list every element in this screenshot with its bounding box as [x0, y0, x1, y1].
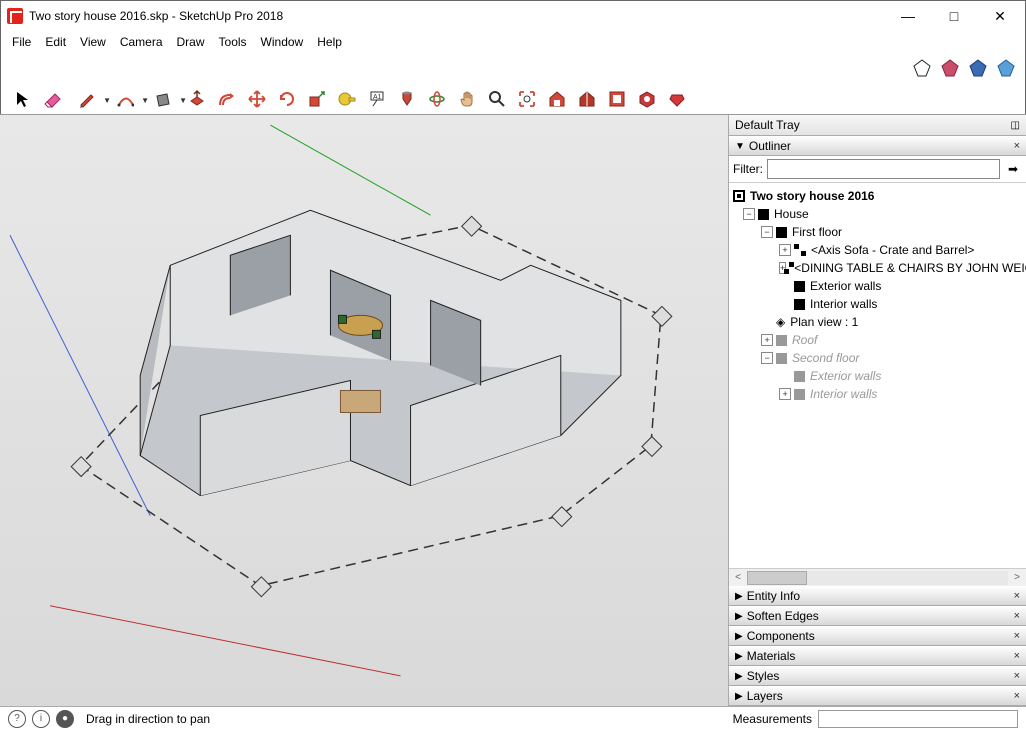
tree-ext-walls-2[interactable]: Exterior walls	[731, 367, 1024, 385]
close-button[interactable]: ✕	[977, 1, 1023, 31]
tree-first-floor[interactable]: −First floor	[731, 223, 1024, 241]
zoom-extents-tool[interactable]	[513, 86, 541, 112]
outliner-label: Outliner	[749, 139, 791, 153]
filter-input[interactable]	[767, 159, 1000, 179]
tray-title: Default Tray	[735, 118, 800, 132]
warehouse-tool[interactable]	[543, 86, 571, 112]
orbit-tool[interactable]	[423, 86, 451, 112]
tree-roof[interactable]: +Roof	[731, 331, 1024, 349]
tree-ext-walls[interactable]: Exterior walls	[731, 277, 1024, 295]
info-icon[interactable]: i	[32, 710, 50, 728]
extension-tool[interactable]	[633, 86, 661, 112]
panel-materials[interactable]: ▶Materials×	[729, 646, 1026, 666]
tree-root[interactable]: Two story house 2016	[731, 187, 1024, 205]
text-tool[interactable]: A1	[363, 86, 391, 112]
help-icon[interactable]: ?	[8, 710, 26, 728]
view-mode-bar	[1, 53, 1025, 83]
offset-tool[interactable]	[213, 86, 241, 112]
title-bar: Two story house 2016.skp - SketchUp Pro …	[1, 1, 1025, 31]
close-panel-icon[interactable]: ×	[1014, 670, 1020, 682]
menu-view[interactable]: View	[73, 33, 113, 51]
menu-draw[interactable]: Draw	[170, 33, 212, 51]
tree-second-floor[interactable]: −Second floor	[731, 349, 1024, 367]
filter-label: Filter:	[733, 162, 763, 176]
rectangle-tool[interactable]: ▼	[145, 86, 181, 112]
pencil-tool[interactable]: ▼	[69, 86, 105, 112]
measurements-label: Measurements	[733, 712, 812, 726]
main-toolbar: ▼ ▼ ▼ A1	[1, 83, 1025, 115]
panel-components[interactable]: ▶Components×	[729, 626, 1026, 646]
tree-int-walls[interactable]: Interior walls	[731, 295, 1024, 313]
scroll-right-icon[interactable]: >	[1008, 572, 1026, 583]
close-panel-icon[interactable]: ×	[1014, 650, 1020, 662]
pin-icon[interactable]: ◫	[1011, 120, 1020, 131]
tree-sofa[interactable]: +<Axis Sofa - Crate and Barrel>	[731, 241, 1024, 259]
menu-file[interactable]: File	[5, 33, 38, 51]
close-panel-icon[interactable]: ×	[1014, 630, 1020, 642]
wireframe-icon[interactable]	[911, 57, 933, 79]
close-panel-icon[interactable]: ×	[1014, 690, 1020, 702]
status-hint: Drag in direction to pan	[86, 712, 210, 726]
filter-row: Filter: ➡	[729, 156, 1026, 183]
pushpull-tool[interactable]	[183, 86, 211, 112]
filter-go-icon[interactable]: ➡	[1004, 160, 1022, 178]
default-tray: Default Tray ◫ ▼ Outliner × Filter: ➡ Tw…	[729, 115, 1026, 706]
scroll-thumb[interactable]	[747, 571, 807, 585]
rotate-tool[interactable]	[273, 86, 301, 112]
maximize-button[interactable]: □	[931, 1, 977, 31]
warehouse2-tool[interactable]	[573, 86, 601, 112]
menu-tools[interactable]: Tools	[212, 33, 254, 51]
menu-window[interactable]: Window	[254, 33, 311, 51]
3d-viewport[interactable]	[0, 115, 729, 706]
move-tool[interactable]	[243, 86, 271, 112]
window-title: Two story house 2016.skp - SketchUp Pro …	[29, 9, 885, 23]
tree-dining[interactable]: +<DINING TABLE & CHAIRS BY JOHN WEICK	[731, 259, 1024, 277]
pan-tool[interactable]	[453, 86, 481, 112]
paint-tool[interactable]	[393, 86, 421, 112]
monochrome-icon[interactable]	[995, 57, 1017, 79]
zoom-tool[interactable]	[483, 86, 511, 112]
select-tool[interactable]	[9, 86, 37, 112]
eraser-tool[interactable]	[39, 86, 67, 112]
scale-tool[interactable]	[303, 86, 331, 112]
outliner-tree: Two story house 2016 −House −First floor…	[729, 183, 1026, 568]
ruby-tool[interactable]	[663, 86, 691, 112]
panel-styles[interactable]: ▶Styles×	[729, 666, 1026, 686]
measurements-input[interactable]	[818, 710, 1018, 728]
user-icon[interactable]: ●	[56, 710, 74, 728]
tray-header[interactable]: Default Tray ◫	[729, 115, 1026, 136]
layout-tool[interactable]	[603, 86, 631, 112]
collapse-icon: ▼	[735, 141, 745, 152]
close-panel-icon[interactable]: ×	[1014, 610, 1020, 622]
close-panel-icon[interactable]: ×	[1014, 140, 1020, 152]
minimize-button[interactable]: —	[885, 1, 931, 31]
tree-plan-view[interactable]: ◈Plan view : 1	[731, 313, 1024, 331]
close-panel-icon[interactable]: ×	[1014, 590, 1020, 602]
menu-edit[interactable]: Edit	[38, 33, 73, 51]
panel-soften-edges[interactable]: ▶Soften Edges×	[729, 606, 1026, 626]
shaded-tex-icon[interactable]	[967, 57, 989, 79]
panel-entity-info[interactable]: ▶Entity Info×	[729, 586, 1026, 606]
outliner-header[interactable]: ▼ Outliner ×	[729, 136, 1026, 156]
tree-hscroll[interactable]: < >	[729, 568, 1026, 586]
tape-tool[interactable]	[333, 86, 361, 112]
app-icon	[7, 8, 23, 24]
menu-bar: File Edit View Camera Draw Tools Window …	[1, 31, 1025, 53]
scroll-left-icon[interactable]: <	[729, 572, 747, 583]
svg-text:A1: A1	[373, 94, 382, 101]
arc-tool[interactable]: ▼	[107, 86, 143, 112]
panel-layers[interactable]: ▶Layers×	[729, 686, 1026, 706]
menu-camera[interactable]: Camera	[113, 33, 170, 51]
tree-int-walls-2[interactable]: +Interior walls	[731, 385, 1024, 403]
shaded-icon[interactable]	[939, 57, 961, 79]
tree-house[interactable]: −House	[731, 205, 1024, 223]
menu-help[interactable]: Help	[310, 33, 349, 51]
status-bar: ? i ● Drag in direction to pan Measureme…	[0, 706, 1026, 730]
